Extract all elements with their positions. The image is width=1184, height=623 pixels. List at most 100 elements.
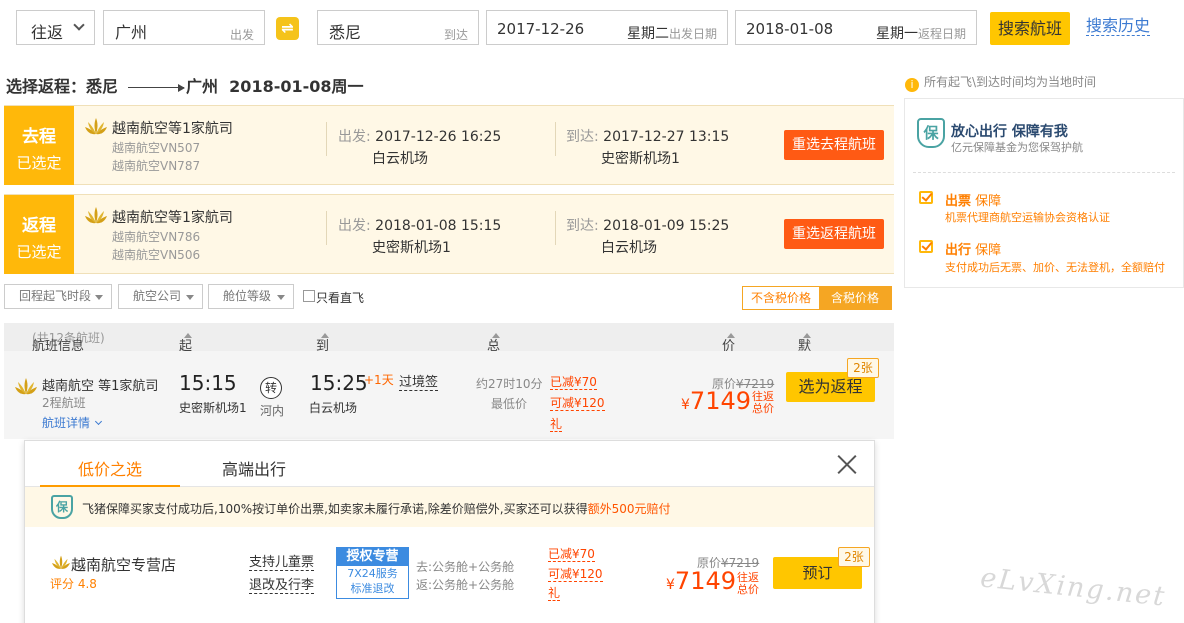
total-duration: 约27时10分 <box>476 377 543 391</box>
excl-tax-option[interactable]: 不含税价格 <box>743 287 819 309</box>
outbound-tag: 去程 已选定 <box>4 106 74 185</box>
round-trip-total-label: 往返 总价 <box>752 390 774 415</box>
col-price[interactable]: 价格 <box>722 329 735 373</box>
col-default-sort[interactable]: 默认排序 <box>798 329 811 411</box>
return-date-value: 2018-01-08 <box>746 20 834 38</box>
lotus-logo-icon <box>85 207 107 224</box>
airline-filter[interactable]: 航空公司 <box>118 284 203 309</box>
return-weekday: 星期一返程日期 <box>875 26 966 42</box>
incl-tax-option[interactable]: 含税价格 <box>819 287 891 309</box>
transfer-icon: 转 <box>260 377 282 399</box>
guarantee-subtitle: 亿元保障基金为您保驾护航 <box>951 141 1083 154</box>
travel-guarantee-desc: 支付成功后无票、加价、无法登机，全额赔付 <box>945 261 1165 274</box>
travel-guarantee-title: 出行 保障 <box>945 243 1002 258</box>
lotus-logo-icon <box>15 378 37 395</box>
close-icon[interactable] <box>836 453 858 475</box>
airline-name: 越南航空 等1家航司 <box>42 379 159 394</box>
cabin-return: 返:公务舱+公务舱 <box>416 578 515 592</box>
price: ¥7149 <box>681 387 751 415</box>
tax-price-toggle: 不含税价格 含税价格 <box>742 286 892 310</box>
refund-baggage-policy[interactable]: 退改及行李 <box>249 578 315 594</box>
price: ¥7149 <box>666 567 736 595</box>
depart-airport: 史密斯机场1 <box>372 240 451 256</box>
direct-only-label: 只看直飞 <box>316 291 365 305</box>
shield-icon: 保 <box>917 118 945 148</box>
lotus-logo-icon <box>85 118 107 135</box>
child-ticket-policy[interactable]: 支持儿童票 <box>249 555 315 571</box>
lowest-price-label: 最低价 <box>491 397 528 411</box>
return-tag: 返程 已选定 <box>4 195 74 274</box>
direct-only-checkbox[interactable] <box>303 290 315 302</box>
guarantee-title: 放心出行 保障有我 <box>951 124 1068 140</box>
return-date-input[interactable]: 2018-01-08 星期一返程日期 <box>735 10 977 45</box>
caret-down-icon <box>186 295 194 300</box>
depart-airport: 白云机场 <box>372 151 428 167</box>
discount-applied[interactable]: 已减¥70 <box>550 375 597 390</box>
arrive-time: 15:25 <box>310 371 368 395</box>
guarantee-panel: 保 放心出行 保障有我 亿元保障基金为您保驾护航 出票 保障 机票代理商航空运输… <box>904 98 1184 288</box>
plus-day-badge: +1天 <box>364 373 394 387</box>
reselect-outbound-button[interactable]: 重选去程航班 <box>784 130 884 160</box>
chevron-down-icon <box>94 417 103 426</box>
trip-type-select[interactable]: 往返 <box>16 10 95 45</box>
gift-badge[interactable]: 礼 <box>548 586 561 601</box>
gift-badge[interactable]: 礼 <box>550 417 563 432</box>
tab-low-price[interactable]: 低价之选 <box>78 456 142 480</box>
segment-count: 2程航班 <box>42 396 86 410</box>
depart-time: 15:15 <box>179 371 237 395</box>
depart-weekday: 星期二出发日期 <box>626 26 717 42</box>
vendor-score: 评分 4.8 <box>50 577 97 591</box>
tickets-left-badge: 2张 <box>838 547 870 567</box>
check-icon <box>919 191 933 204</box>
arrive-airport: 白云机场 <box>309 401 358 415</box>
selected-return-card: 返程 已选定 越南航空等1家航司 越南航空VN786 越南航空VN506 出发: … <box>4 194 894 274</box>
check-icon <box>919 240 933 253</box>
flight-number: 越南航空VN787 <box>112 159 201 173</box>
flight-result-row: 越南航空 等1家航司 2程航班 航班详情 15:15 史密斯机场1 转 河内 1… <box>4 351 894 439</box>
flight-number: 越南航空VN786 <box>112 230 201 244</box>
route-title: 选择返程：悉尼 广州 2018-01-08周一 <box>6 77 364 96</box>
search-flights-button[interactable]: 搜索航班 <box>990 12 1070 45</box>
trip-type-value: 往返 <box>31 23 64 42</box>
discount-available[interactable]: 可减¥120 <box>550 396 605 411</box>
arrive-info: 到达: 2017-12-27 13:15 <box>566 129 730 145</box>
discount-available[interactable]: 可减¥120 <box>548 567 603 582</box>
depart-info: 出发: 2018-01-08 15:15 <box>338 218 502 234</box>
lotus-logo-icon <box>52 555 70 569</box>
selected-outbound-card: 去程 已选定 越南航空等1家航司 越南航空VN507 越南航空VN787 出发: … <box>4 105 894 185</box>
cabin-class-filter[interactable]: 舱位等级 <box>208 284 294 309</box>
ticket-guarantee-desc: 机票代理商航空运输协会资格认证 <box>945 211 1110 224</box>
depart-date-value: 2017-12-26 <box>497 20 585 38</box>
caret-down-icon <box>277 295 285 300</box>
search-history-link[interactable]: 搜索历史 <box>1086 17 1151 36</box>
arrive-airport: 白云机场 <box>601 240 657 256</box>
col-flight-info: 航班信息 (共12条航班) <box>32 331 105 354</box>
watermark: eLvXing.net <box>978 562 1168 613</box>
col-duration[interactable]: 总耗时 <box>487 329 500 392</box>
col-depart-time[interactable]: 起飞时间 <box>179 329 192 411</box>
depart-airport: 史密斯机场1 <box>179 401 247 415</box>
shield-icon: 保 <box>51 495 73 519</box>
to-city-input[interactable]: 悉尼 到达 <box>317 10 479 45</box>
takeoff-time-filter[interactable]: 回程起飞时段 <box>4 284 112 309</box>
col-arrive-time[interactable]: 到达时间 <box>316 329 329 411</box>
chevron-down-icon <box>73 19 85 31</box>
airline-name: 越南航空等1家航司 <box>112 121 233 137</box>
to-city-tag: 到达 <box>443 28 468 42</box>
transit-visa-note[interactable]: 过境签 <box>399 375 439 391</box>
depart-info: 出发: 2017-12-26 16:25 <box>338 129 502 145</box>
vendor-name[interactable]: 越南航空专营店 <box>71 554 176 575</box>
tickets-left-badge: 2张 <box>847 358 879 378</box>
flight-details-link[interactable]: 航班详情 <box>42 414 103 431</box>
from-city-tag: 出发 <box>229 28 254 42</box>
airline-name: 越南航空等1家航司 <box>112 210 233 226</box>
cabin-outbound: 去:公务舱+公务舱 <box>416 560 515 574</box>
reselect-return-button[interactable]: 重选返程航班 <box>784 219 884 249</box>
results-table-header: 航班信息(共12条航班) 起飞时间 到达时间 总耗时 价格 默认排序 <box>4 323 894 411</box>
swap-cities-icon[interactable]: ⇌ <box>276 17 299 40</box>
tab-premium[interactable]: 高端出行 <box>222 456 286 480</box>
discount-applied[interactable]: 已减¥70 <box>548 547 595 562</box>
from-city-input[interactable]: 广州 出发 <box>103 10 265 45</box>
local-time-tip: i 所有起飞\到达时间均为当地时间 <box>905 73 1096 92</box>
depart-date-input[interactable]: 2017-12-26 星期二出发日期 <box>486 10 728 45</box>
